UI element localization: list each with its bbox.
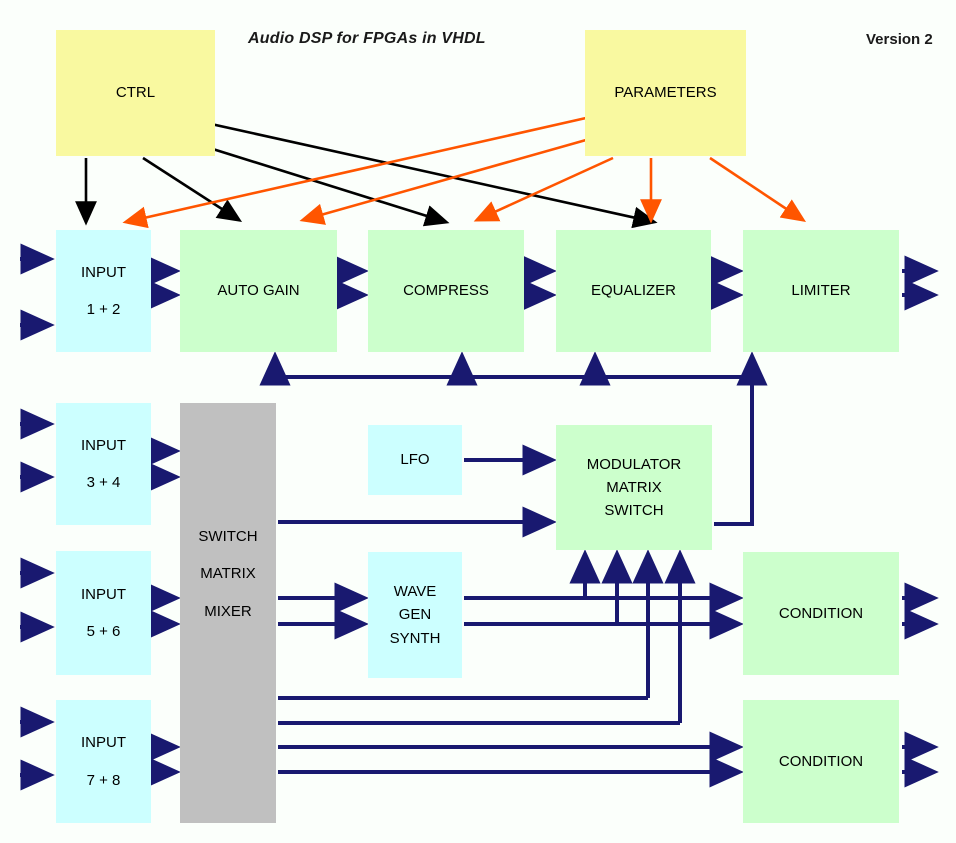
block-modulator-line1: MODULATOR [586,455,682,473]
block-equalizer-label: EQUALIZER [590,282,677,300]
block-input-1-2[interactable]: INPUT 1 + 2 [56,230,151,352]
block-condition-2[interactable]: CONDITION [743,700,899,823]
block-modulator-line3: SWITCH [604,502,664,520]
block-switch-label: SWITCH [198,528,258,545]
block-ctrl[interactable]: CTRL [56,30,215,156]
block-mixer-label: MIXER [204,602,252,620]
block-modulator-matrix-switch[interactable]: MODULATOR MATRIX SWITCH [556,425,712,550]
block-condition-2-label: CONDITION [778,752,864,770]
block-compress-label: COMPRESS [403,282,489,300]
block-input-7-8-line1: INPUT [81,734,126,752]
block-modulator-line2: MATRIX [606,478,662,496]
block-input-7-8-line2: 7 + 8 [86,771,121,789]
block-input-5-6[interactable]: INPUT 5 + 6 [56,551,151,675]
block-input-1-2-line2: 1 + 2 [86,301,121,318]
diagram-canvas: Audio DSP for FPGAs in VHDL Version 2 CT… [0,0,956,843]
page-title: Audio DSP for FPGAs in VHDL [248,30,486,47]
block-condition-1[interactable]: CONDITION [743,552,899,675]
block-wave-gen-line2: GEN [398,606,432,624]
block-switch-matrix-mixer[interactable]: SWITCH MATRIX MIXER [180,403,276,823]
block-auto-gain-label: AUTO GAIN [217,282,300,300]
version-label: Version 2 [866,31,933,48]
block-input-5-6-line1: INPUT [81,585,126,603]
block-limiter-label: LIMITER [791,282,851,300]
block-equalizer[interactable]: EQUALIZER [556,230,711,352]
block-lfo[interactable]: LFO [368,425,462,495]
block-auto-gain[interactable]: AUTO GAIN [180,230,337,352]
block-parameters[interactable]: PARAMETERS [585,30,746,156]
block-matrix-label: MATRIX [200,565,256,583]
block-ctrl-label: CTRL [115,84,156,102]
block-parameters-label: PARAMETERS [614,84,717,102]
block-compress[interactable]: COMPRESS [368,230,524,352]
block-input-3-4[interactable]: INPUT 3 + 4 [56,403,151,525]
block-condition-1-label: CONDITION [778,604,864,622]
block-lfo-label: LFO [400,451,430,469]
block-input-5-6-line2: 5 + 6 [86,623,121,640]
block-input-7-8[interactable]: INPUT 7 + 8 [56,700,151,823]
block-limiter[interactable]: LIMITER [743,230,899,352]
block-wave-gen-line3: SYNTH [389,629,441,647]
block-wave-gen-line1: WAVE [393,583,437,601]
block-input-1-2-line1: INPUT [81,263,126,281]
block-input-3-4-line1: INPUT [81,436,126,454]
block-wave-gen-synth[interactable]: WAVE GEN SYNTH [368,552,462,678]
block-input-3-4-line2: 3 + 4 [86,474,121,491]
